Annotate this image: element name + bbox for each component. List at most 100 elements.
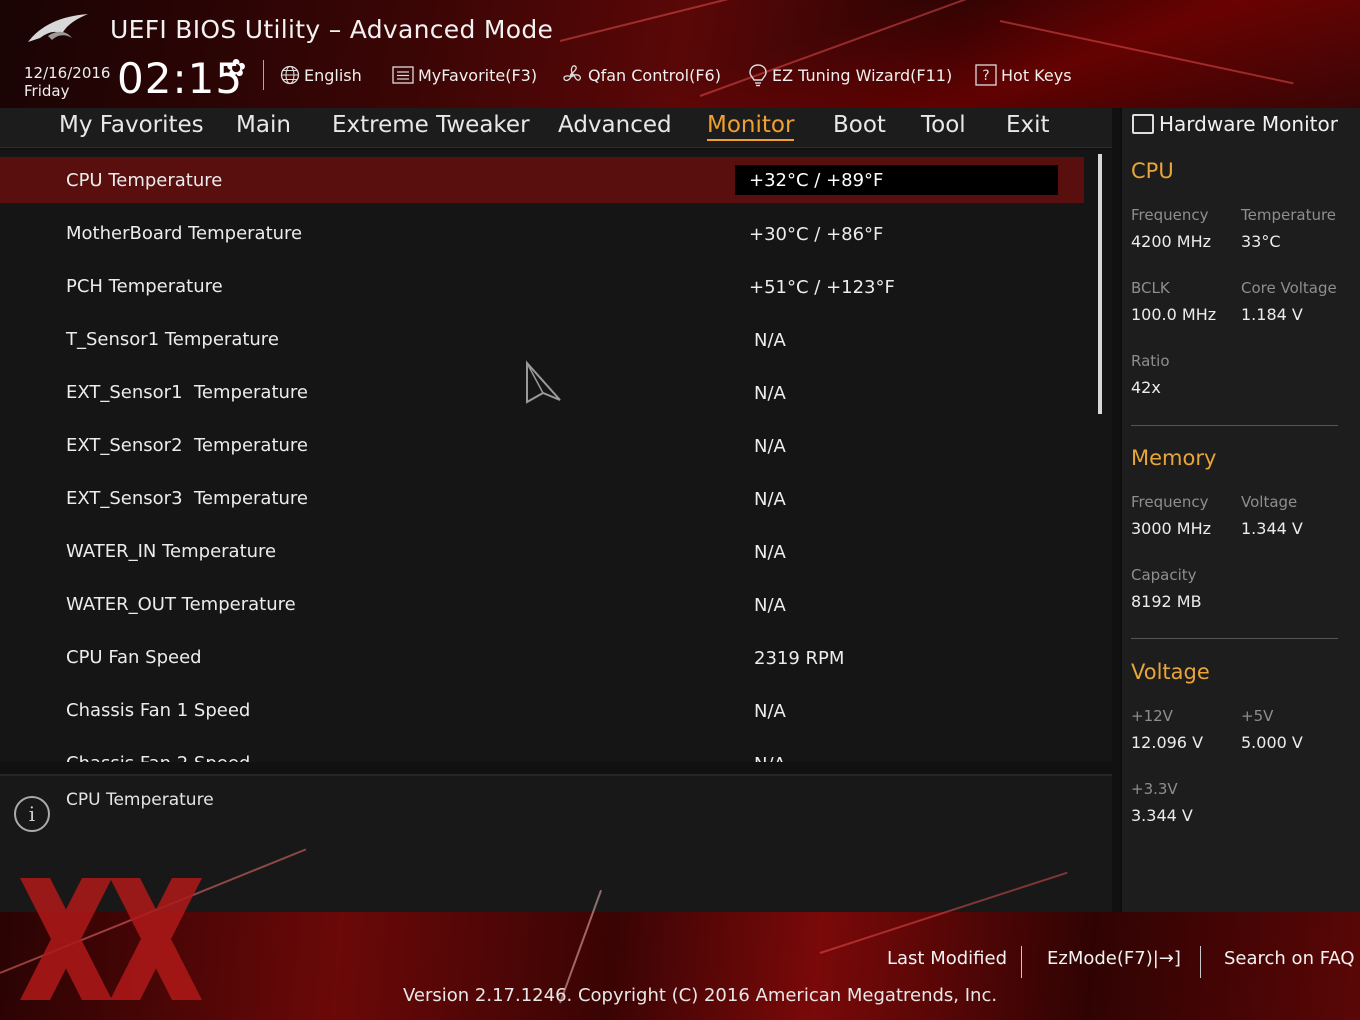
monitor-row-chassis-fan-2-speed[interactable]: Chassis Fan 2 Speed N/A — [0, 740, 1084, 762]
tab-my-favorites[interactable]: My Favorites — [59, 112, 204, 138]
row-label: Chassis Fan 2 Speed — [66, 753, 250, 762]
tab-main[interactable]: Main — [236, 112, 291, 138]
monitor-row-pch-temperature[interactable]: PCH Temperature +51°C / +123°F — [0, 263, 1084, 309]
row-value: N/A — [754, 595, 786, 616]
hw-section-memory: Memory — [1131, 446, 1217, 470]
qfan-control-label: Qfan Control(F6) — [588, 65, 721, 85]
hw-v33-value: 3.344 V — [1131, 806, 1193, 825]
ez-tuning-wizard-button[interactable]: EZ Tuning Wizard(F11) — [748, 62, 952, 88]
qfan-control-button[interactable]: Qfan Control(F6) — [560, 62, 721, 88]
hw-mem-frequency-value: 3000 MHz — [1131, 519, 1212, 538]
monitor-row-water-out-temperature[interactable]: WATER_OUT Temperature N/A — [0, 581, 1084, 627]
svg-text:?: ? — [982, 68, 989, 84]
gear-icon[interactable]: ✿ — [226, 54, 246, 82]
monitor-row-t-sensor1-temperature[interactable]: T_Sensor1 Temperature N/A — [0, 316, 1084, 362]
lightbulb-icon — [748, 63, 768, 87]
monitor-row-cpu-temperature[interactable]: CPU Temperature +32°C / +89°F — [0, 157, 1084, 203]
header-divider — [263, 60, 264, 90]
hw-mem-frequency-label: Frequency — [1131, 493, 1209, 511]
row-value-highlight: +32°C / +89°F — [735, 165, 1058, 195]
row-label: Chassis Fan 1 Speed — [66, 700, 251, 721]
row-label: MotherBoard Temperature — [66, 223, 303, 244]
ezmode-button[interactable]: EzMode(F7)|→] — [1047, 948, 1181, 969]
row-value: N/A — [754, 489, 786, 510]
hw-v33-label: +3.3V — [1131, 780, 1178, 798]
tab-monitor[interactable]: Monitor — [707, 112, 795, 141]
hw-cpu-temperature-label: Temperature — [1241, 206, 1337, 224]
hw-cpu-core-voltage-value: 1.184 V — [1241, 305, 1303, 324]
hw-section-voltage: Voltage — [1131, 660, 1210, 684]
monitor-row-cpu-fan-speed[interactable]: CPU Fan Speed 2319 RPM — [0, 634, 1084, 680]
hw-mem-capacity-label: Capacity — [1131, 566, 1197, 584]
hw-mem-capacity-value: 8192 MB — [1131, 592, 1202, 611]
row-value: N/A — [754, 330, 786, 351]
myfavorite-button[interactable]: MyFavorite(F3) — [392, 62, 537, 88]
date-text: 12/16/2016 — [24, 64, 111, 82]
footer-divider — [1200, 946, 1201, 978]
hw-section-cpu: CPU — [1131, 159, 1174, 183]
date-display: 12/16/2016 Friday — [24, 64, 110, 100]
monitor-row-chassis-fan-1-speed[interactable]: Chassis Fan 1 Speed N/A — [0, 687, 1084, 733]
ez-tuning-wizard-label: EZ Tuning Wizard(F11) — [772, 65, 953, 85]
myfavorite-label: MyFavorite(F3) — [418, 65, 538, 85]
row-label: EXT_Sensor2 Temperature — [66, 435, 308, 456]
globe-icon — [280, 65, 300, 85]
row-value: +32°C / +89°F — [749, 170, 884, 191]
hw-cpu-ratio-value: 42x — [1131, 378, 1161, 397]
hw-v12-value: 12.096 V — [1131, 733, 1204, 752]
hw-mem-voltage-label: Voltage — [1241, 493, 1298, 511]
fan-icon — [560, 63, 584, 87]
footer-divider — [1021, 946, 1022, 978]
hw-v5-value: 5.000 V — [1241, 733, 1303, 752]
rog-logo-icon — [28, 14, 88, 42]
version-text: Version 2.17.1246. Copyright (C) 2016 Am… — [403, 985, 998, 1006]
row-value: N/A — [754, 754, 786, 762]
hw-cpu-ratio-label: Ratio — [1131, 352, 1170, 370]
row-value: N/A — [754, 542, 786, 563]
hw-cpu-frequency-label: Frequency — [1131, 206, 1209, 224]
hot-keys-button[interactable]: ? Hot Keys — [975, 62, 1072, 88]
monitor-row-water-in-temperature[interactable]: WATER_IN Temperature N/A — [0, 528, 1084, 574]
monitor-display-icon — [1132, 114, 1154, 134]
question-box-icon: ? — [975, 64, 997, 86]
row-label: PCH Temperature — [66, 276, 223, 297]
row-value: N/A — [754, 701, 786, 722]
hardware-monitor-title-text: Hardware Monitor — [1159, 112, 1338, 136]
language-button[interactable]: English — [280, 62, 362, 88]
mouse-pointer-icon — [526, 360, 561, 404]
app-title: UEFI BIOS Utility – Advanced Mode — [110, 15, 554, 44]
hardware-monitor-title: Hardware Monitor — [1132, 112, 1338, 136]
favorite-list-icon — [392, 66, 414, 84]
hw-cpu-temperature-value: 33°C — [1241, 232, 1281, 251]
row-value: 2319 RPM — [754, 648, 845, 669]
hw-divider — [1131, 425, 1338, 426]
monitor-row-motherboard-temperature[interactable]: MotherBoard Temperature +30°C / +86°F — [0, 210, 1084, 256]
language-label: English — [304, 65, 362, 85]
monitor-row-ext-sensor2-temperature[interactable]: EXT_Sensor2 Temperature N/A — [0, 422, 1084, 468]
tab-advanced[interactable]: Advanced — [558, 112, 672, 138]
row-label: WATER_IN Temperature — [66, 541, 277, 562]
help-text: CPU Temperature — [66, 790, 214, 810]
clock-display: 02:15 — [117, 54, 244, 103]
hw-cpu-frequency-value: 4200 MHz — [1131, 232, 1212, 251]
main-tab-bar: My Favorites Main Extreme Tweaker Advanc… — [0, 108, 1112, 148]
search-faq-button[interactable]: Search on FAQ — [1224, 948, 1355, 969]
monitor-list: CPU Temperature +32°C / +89°F MotherBoar… — [0, 150, 1112, 762]
row-label: CPU Fan Speed — [66, 647, 202, 668]
row-value: +51°C / +123°F — [749, 277, 895, 298]
row-value: N/A — [754, 436, 786, 457]
tab-extreme-tweaker[interactable]: Extreme Tweaker — [332, 112, 530, 138]
row-label: EXT_Sensor1 Temperature — [66, 382, 308, 403]
monitor-row-ext-sensor3-temperature[interactable]: EXT_Sensor3 Temperature N/A — [0, 475, 1084, 521]
hw-cpu-core-voltage-label: Core Voltage — [1241, 279, 1337, 297]
watermark-logo-icon — [20, 878, 202, 1000]
last-modified-button[interactable]: Last Modified — [887, 948, 1007, 969]
tab-exit[interactable]: Exit — [1006, 112, 1050, 138]
tab-tool[interactable]: Tool — [921, 112, 966, 138]
row-value: N/A — [754, 383, 786, 404]
row-label: EXT_Sensor3 Temperature — [66, 488, 308, 509]
list-scrollbar[interactable] — [1098, 154, 1102, 414]
hw-cpu-bclk-value: 100.0 MHz — [1131, 305, 1217, 324]
hot-keys-label: Hot Keys — [1001, 65, 1072, 85]
tab-boot[interactable]: Boot — [833, 112, 886, 138]
